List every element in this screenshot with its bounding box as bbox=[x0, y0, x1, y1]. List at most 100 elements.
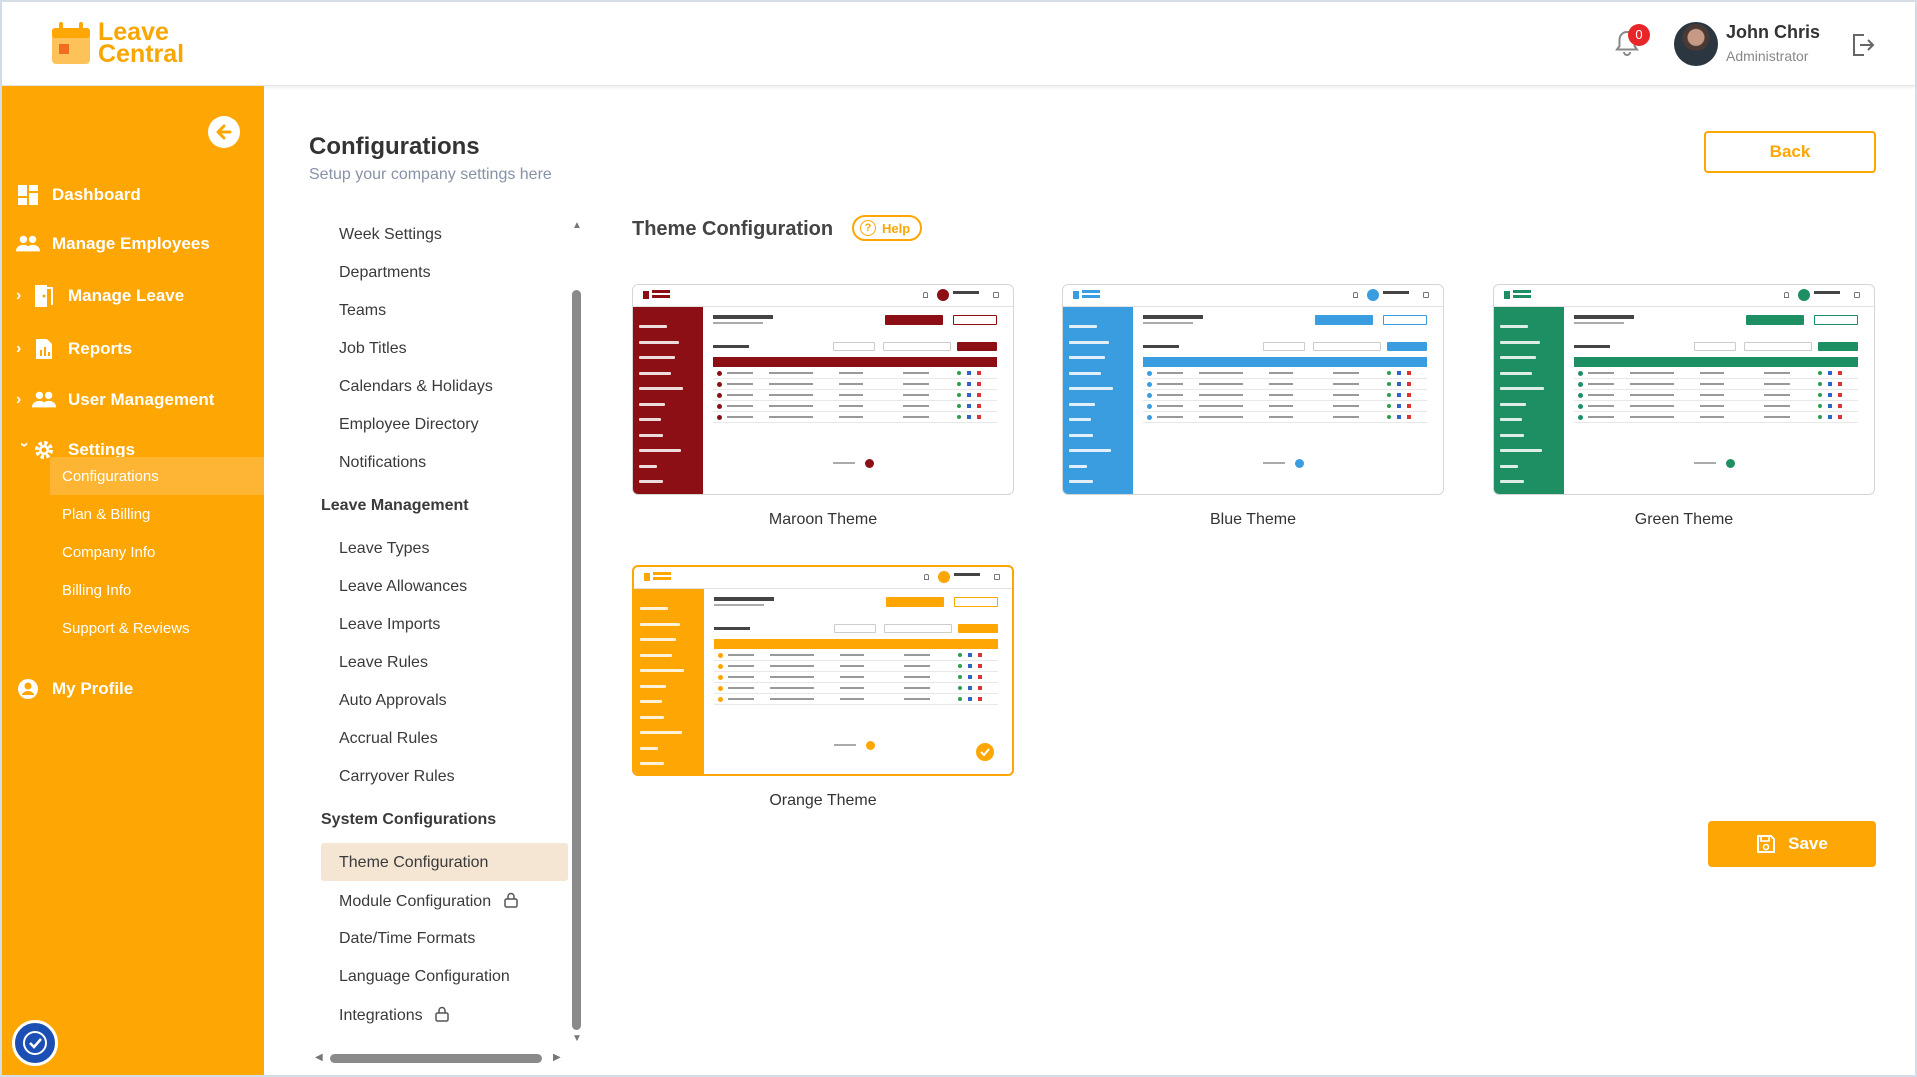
sidebar-subitem-billing-info[interactable]: Billing Info bbox=[50, 571, 264, 609]
sidebar-item-manage-leave[interactable]: › Manage Leave bbox=[2, 276, 264, 316]
preview-header bbox=[1063, 285, 1443, 307]
accessibility-icon bbox=[23, 1031, 47, 1055]
horizontal-scrollbar[interactable] bbox=[330, 1054, 542, 1063]
preview-sidebar-line bbox=[1500, 371, 1532, 375]
sidebar-item-my-profile[interactable]: My Profile bbox=[2, 669, 264, 709]
preview-table-header bbox=[714, 639, 998, 649]
theme-card-maroon-theme[interactable] bbox=[632, 284, 1014, 495]
sidebar-subitem-company-info[interactable]: Company Info bbox=[50, 533, 264, 571]
logout-icon[interactable] bbox=[1850, 32, 1876, 63]
menu-item-module-configuration[interactable]: Module Configuration bbox=[339, 892, 518, 913]
menu-item-week-settings[interactable]: Week Settings bbox=[339, 226, 442, 244]
preview-row bbox=[1574, 401, 1858, 412]
preview-sidebar bbox=[1063, 307, 1133, 494]
theme-card-orange-theme[interactable] bbox=[632, 565, 1014, 776]
door-icon bbox=[32, 284, 56, 308]
sidebar-item-reports[interactable]: › Reports bbox=[2, 329, 264, 369]
logo-line2: Central bbox=[98, 40, 185, 68]
preview-sidebar-line bbox=[639, 340, 679, 344]
menu-item-notifications[interactable]: Notifications bbox=[339, 454, 426, 472]
scroll-up-arrow-icon[interactable]: ▲ bbox=[572, 220, 582, 231]
scroll-left-arrow-icon[interactable]: ◀ bbox=[315, 1052, 323, 1063]
menu-item-leave-types[interactable]: Leave Types bbox=[339, 540, 429, 558]
menu-item-teams[interactable]: Teams bbox=[339, 302, 386, 320]
preview-sidebar-line bbox=[639, 449, 681, 452]
preview-sidebar-line bbox=[1069, 340, 1109, 344]
preview-back-button bbox=[1814, 315, 1858, 325]
preview-avatar bbox=[937, 289, 949, 301]
menu-item-calendars-holidays[interactable]: Calendars & Holidays bbox=[339, 378, 493, 396]
back-button[interactable]: Back bbox=[1704, 131, 1876, 173]
preview-back-button bbox=[954, 597, 998, 607]
sidebar-subitem-configurations[interactable]: Configurations bbox=[50, 457, 264, 495]
menu-item-leave-rules[interactable]: Leave Rules bbox=[339, 654, 428, 672]
sidebar-item-dashboard[interactable]: Dashboard bbox=[2, 175, 264, 215]
preview-add-button bbox=[885, 315, 943, 325]
preview-page-dot bbox=[1295, 459, 1304, 468]
menu-item-auto-approvals[interactable]: Auto Approvals bbox=[339, 692, 447, 710]
vertical-scrollbar[interactable] bbox=[572, 290, 581, 1030]
sidebar-item-user-management[interactable]: › User Management bbox=[2, 380, 264, 420]
theme-card-blue-theme[interactable] bbox=[1062, 284, 1444, 495]
menu-item-job-titles[interactable]: Job Titles bbox=[339, 340, 407, 358]
menu-item-leave-imports[interactable]: Leave Imports bbox=[339, 616, 440, 634]
preview-filter bbox=[1263, 342, 1305, 351]
preview-sidebar bbox=[1494, 307, 1564, 494]
app-logo[interactable]: Leave Central bbox=[50, 20, 185, 68]
save-label: Save bbox=[1788, 834, 1828, 853]
preview-row bbox=[714, 683, 998, 694]
preview-page-dot bbox=[865, 459, 874, 468]
preview-sidebar-line bbox=[639, 356, 675, 359]
preview-bell-icon bbox=[1353, 292, 1358, 298]
preview-subtitle bbox=[714, 604, 764, 606]
preview-sidebar-line bbox=[1069, 480, 1093, 483]
menu-item-leave-allowances[interactable]: Leave Allowances bbox=[339, 578, 467, 596]
calendar-logo-icon bbox=[50, 20, 94, 66]
scroll-right-arrow-icon[interactable]: ▶ bbox=[553, 1052, 561, 1063]
help-button[interactable]: ? Help bbox=[852, 215, 923, 241]
accessibility-button[interactable] bbox=[12, 1020, 58, 1066]
preview-search bbox=[1744, 342, 1812, 351]
preview-sidebar-line bbox=[639, 433, 663, 437]
preview-pagination-text bbox=[1263, 462, 1285, 464]
preview-sidebar-line bbox=[1500, 449, 1542, 452]
menu-item-integrations[interactable]: Integrations bbox=[339, 1006, 449, 1027]
preview-avatar bbox=[938, 571, 950, 583]
preview-row bbox=[1574, 379, 1858, 390]
preview-sidebar-line bbox=[640, 638, 676, 641]
menu-item-departments[interactable]: Departments bbox=[339, 264, 431, 282]
menu-item-theme-configuration[interactable]: Theme Configuration bbox=[339, 854, 488, 872]
menu-item-employee-directory[interactable]: Employee Directory bbox=[339, 416, 479, 434]
preview-subtitle bbox=[1574, 322, 1624, 324]
preview-search bbox=[1313, 342, 1381, 351]
page-title: Configurations bbox=[309, 133, 480, 160]
user-role: Administrator bbox=[1726, 48, 1809, 64]
save-button[interactable]: Save bbox=[1708, 821, 1876, 867]
preview-list-title bbox=[713, 345, 749, 348]
preview-table-header bbox=[1574, 357, 1858, 367]
menu-item-language-configuration[interactable]: Language Configuration bbox=[339, 968, 510, 986]
menu-item-label: Module Configuration bbox=[339, 893, 492, 910]
menu-item-date-time-formats[interactable]: Date/Time Formats bbox=[339, 930, 475, 948]
menu-item-carryover-rules[interactable]: Carryover Rules bbox=[339, 768, 455, 786]
menu-item-accrual-rules[interactable]: Accrual Rules bbox=[339, 730, 438, 748]
sidebar-item-label: Manage Leave bbox=[68, 286, 185, 305]
theme-card-green-theme[interactable] bbox=[1493, 284, 1875, 495]
preview-title bbox=[1143, 315, 1203, 319]
profile-icon bbox=[16, 677, 40, 701]
preview-title bbox=[713, 315, 773, 319]
preview-sidebar-line bbox=[1069, 402, 1095, 406]
preview-sidebar-line bbox=[640, 762, 664, 765]
sidebar-subitem-support-reviews[interactable]: Support & Reviews bbox=[50, 609, 264, 647]
sidebar-item-manage-employees[interactable]: Manage Employees bbox=[2, 224, 264, 264]
scroll-down-arrow-icon[interactable]: ▼ bbox=[572, 1033, 582, 1044]
collapse-sidebar-button[interactable] bbox=[208, 116, 240, 148]
help-label: Help bbox=[882, 220, 911, 236]
avatar[interactable] bbox=[1674, 22, 1718, 66]
preview-bell-icon bbox=[924, 574, 929, 580]
preview-header bbox=[634, 567, 1012, 589]
theme-label: Maroon Theme bbox=[768, 511, 878, 528]
page-subtitle: Setup your company settings here bbox=[309, 166, 552, 183]
sidebar-subitem-plan-billing[interactable]: Plan & Billing bbox=[50, 495, 264, 533]
preview-logout-icon bbox=[994, 574, 1000, 580]
